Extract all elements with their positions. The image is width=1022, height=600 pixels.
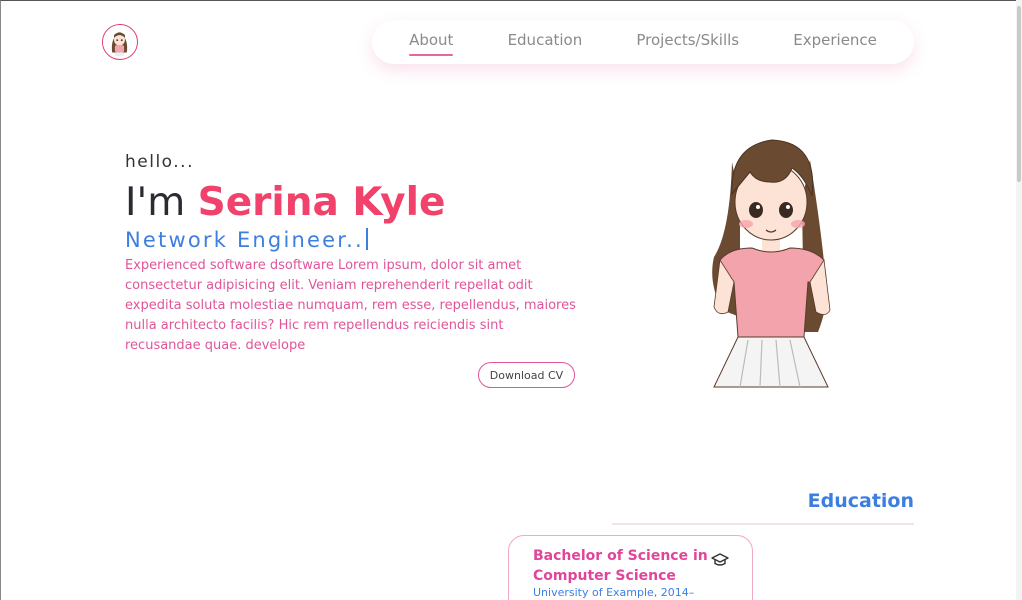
nav-item-education[interactable]: Education <box>508 31 583 53</box>
education-school: University of Example, 2014– <box>533 586 695 599</box>
graduation-cap-icon <box>711 553 729 566</box>
hero-girl-illustration <box>700 132 845 390</box>
education-degree: Bachelor of Science in Computer Science <box>533 548 708 584</box>
scrollbar-thumb[interactable] <box>1017 6 1021 182</box>
typing-cursor <box>365 228 368 250</box>
education-section-title: Education <box>807 490 914 512</box>
hero-name: Serina Kyle <box>197 180 446 225</box>
hero-greeting: hello... <box>125 152 194 172</box>
top-nav: About Education Projects/Skills Experien… <box>372 20 914 64</box>
hero-role-text: Network Engineer.. <box>125 228 364 252</box>
logo-avatar-icon[interactable] <box>102 24 138 60</box>
download-cv-button[interactable]: Download CV <box>478 362 575 388</box>
hero-role: Network Engineer.. <box>125 228 368 252</box>
nav-item-about[interactable]: About <box>409 31 454 56</box>
hero-bio: Experienced software dsoftware Lorem ips… <box>125 258 576 353</box>
nav-item-experience[interactable]: Experience <box>793 31 877 53</box>
hero-intro: I'm <box>125 180 198 225</box>
hero-headline: I'm Serina Kyle <box>125 180 445 225</box>
education-card: Bachelor of Science in Computer Science … <box>508 535 753 600</box>
scrollbar[interactable] <box>1016 0 1022 600</box>
nav-item-projects-skills[interactable]: Projects/Skills <box>636 31 739 53</box>
education-divider <box>612 523 914 525</box>
